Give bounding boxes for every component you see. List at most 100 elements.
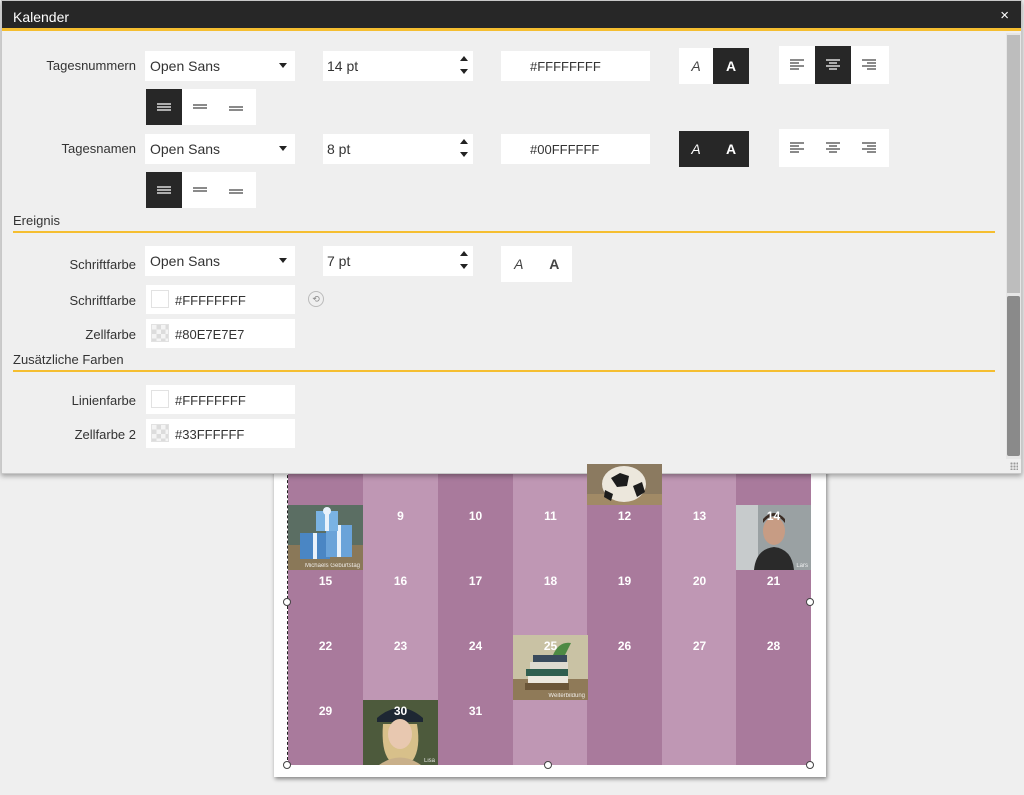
resize-handle[interactable]	[283, 598, 291, 606]
resize-handle[interactable]	[806, 761, 814, 769]
calendar-cell[interactable]: 31	[438, 700, 513, 765]
italic-button[interactable]: A	[679, 48, 713, 84]
day-numbers-valign-group	[146, 89, 256, 125]
event-color-field[interactable]: #FFFFFFFF	[146, 285, 295, 314]
day-number: 31	[468, 704, 483, 718]
day-number: 18	[543, 574, 558, 588]
day-numbers-label: Tagesnummern	[46, 58, 136, 73]
chevron-down-icon	[279, 258, 287, 263]
calendar-cell[interactable]: 21	[736, 570, 811, 635]
reset-icon[interactable]: ⟲	[308, 291, 324, 307]
bold-button[interactable]: A	[713, 131, 749, 167]
dialog-titlebar[interactable]: Kalender ×	[2, 1, 1021, 31]
align-center-icon[interactable]	[815, 129, 851, 167]
color-swatch[interactable]	[151, 324, 169, 342]
day-number: 22	[318, 639, 333, 653]
resize-handle[interactable]	[806, 598, 814, 606]
calendar-cell[interactable]	[513, 700, 588, 765]
color-swatch[interactable]	[151, 424, 169, 442]
line-color-field[interactable]: #FFFFFFFF	[146, 385, 295, 414]
resize-grip-icon[interactable]	[1010, 462, 1018, 470]
day-number: 28	[766, 639, 781, 653]
arrow-down-icon[interactable]	[460, 152, 468, 157]
color-swatch[interactable]	[151, 290, 169, 308]
align-right-icon[interactable]	[851, 129, 887, 167]
font-value: Open Sans	[150, 253, 221, 269]
align-right-icon[interactable]	[851, 46, 887, 84]
event-size-stepper[interactable]: 7 pt	[323, 246, 473, 276]
calendar-cell[interactable]: 15	[288, 570, 363, 635]
line-color-label: Linienfarbe	[71, 393, 136, 408]
calendar-cell[interactable]: 30 Lisa	[363, 700, 438, 765]
calendar-cell[interactable]: 16	[363, 570, 438, 635]
valign-top-icon[interactable]	[146, 89, 182, 125]
close-icon[interactable]: ×	[1000, 7, 1009, 24]
day-number: 15	[318, 574, 333, 588]
calendar-cell[interactable]: 29	[288, 700, 363, 765]
calendar-cell[interactable]: 17	[438, 570, 513, 635]
event-cell-color-field[interactable]: #80E7E7E7	[146, 319, 295, 348]
calendar-cell[interactable]: 9	[363, 505, 438, 570]
calendar-cell[interactable]	[662, 700, 737, 765]
day-names-font-select[interactable]: Open Sans	[145, 134, 295, 164]
calendar-cell[interactable]: 12	[587, 505, 662, 570]
calendar-cell[interactable]	[736, 700, 811, 765]
arrow-down-icon[interactable]	[460, 264, 468, 269]
color-value: #33FFFFFF	[175, 427, 245, 442]
day-names-color-field[interactable]: #00FFFFFF	[501, 134, 650, 164]
resize-handle[interactable]	[283, 761, 291, 769]
calendar-cell[interactable]: 22	[288, 635, 363, 700]
calendar-cell[interactable]: 24	[438, 635, 513, 700]
italic-button[interactable]: A	[679, 131, 713, 167]
align-left-icon[interactable]	[779, 129, 815, 167]
calendar-cell[interactable]	[587, 700, 662, 765]
calendar-cell[interactable]: 28	[736, 635, 811, 700]
cell2-color-field[interactable]: #33FFFFFF	[146, 419, 295, 448]
valign-top-icon[interactable]	[146, 172, 182, 208]
calendar-cell[interactable]: 14 Lars	[736, 505, 811, 570]
italic-button[interactable]: A	[501, 246, 537, 282]
calendar-cell[interactable]	[587, 456, 662, 505]
arrow-up-icon[interactable]	[460, 139, 468, 144]
day-numbers-size-stepper[interactable]: 14 pt	[323, 51, 473, 81]
calendar-cell[interactable]: Michaels Geburtstag	[288, 505, 363, 570]
arrow-up-icon[interactable]	[460, 56, 468, 61]
bold-button[interactable]: A	[713, 48, 749, 84]
valign-bottom-icon[interactable]	[218, 172, 254, 208]
day-names-size-stepper[interactable]: 8 pt	[323, 134, 473, 164]
calendar-cell[interactable]: 11	[513, 505, 588, 570]
scrollbar-thumb[interactable]	[1007, 296, 1020, 456]
color-value: #00FFFFFF	[530, 142, 600, 157]
day-names-align-group	[779, 129, 889, 167]
color-value: #FFFFFFFF	[530, 59, 601, 74]
calendar-cell[interactable]: 19	[587, 570, 662, 635]
calendar-cell[interactable]: 27	[662, 635, 737, 700]
event-cell-label: Zellfarbe	[85, 327, 136, 342]
arrow-down-icon[interactable]	[460, 69, 468, 74]
calendar-grid[interactable]: Michaels Geburtstag 9 10 11 12 13 14 Lar…	[287, 455, 811, 765]
day-numbers-font-select[interactable]: Open Sans	[145, 51, 295, 81]
resize-handle[interactable]	[544, 761, 552, 769]
valign-middle-icon[interactable]	[182, 172, 218, 208]
event-font-select[interactable]: Open Sans	[145, 246, 295, 276]
align-left-icon[interactable]	[779, 46, 815, 84]
align-center-icon[interactable]	[815, 46, 851, 84]
calendar-cell[interactable]: 26	[587, 635, 662, 700]
calendar-cell[interactable]: 25 Weiterbildung	[513, 635, 588, 700]
color-swatch[interactable]	[151, 390, 169, 408]
arrow-up-icon[interactable]	[460, 251, 468, 256]
calendar-cell[interactable]: 13	[662, 505, 737, 570]
calendar-cell[interactable]: 10	[438, 505, 513, 570]
valign-bottom-icon[interactable]	[218, 89, 254, 125]
calendar-cell[interactable]: 18	[513, 570, 588, 635]
calendar-cell[interactable]: 20	[662, 570, 737, 635]
day-numbers-color-field[interactable]: #FFFFFFFF	[501, 51, 650, 81]
valign-middle-icon[interactable]	[182, 89, 218, 125]
bold-button[interactable]: A	[537, 246, 573, 282]
font-value: Open Sans	[150, 141, 221, 157]
calendar-cell[interactable]: 23	[363, 635, 438, 700]
vertical-scrollbar[interactable]	[1006, 33, 1021, 459]
day-names-style-group: A A	[679, 131, 749, 167]
day-number: 24	[468, 639, 483, 653]
scrollbar-track[interactable]	[1007, 35, 1020, 293]
